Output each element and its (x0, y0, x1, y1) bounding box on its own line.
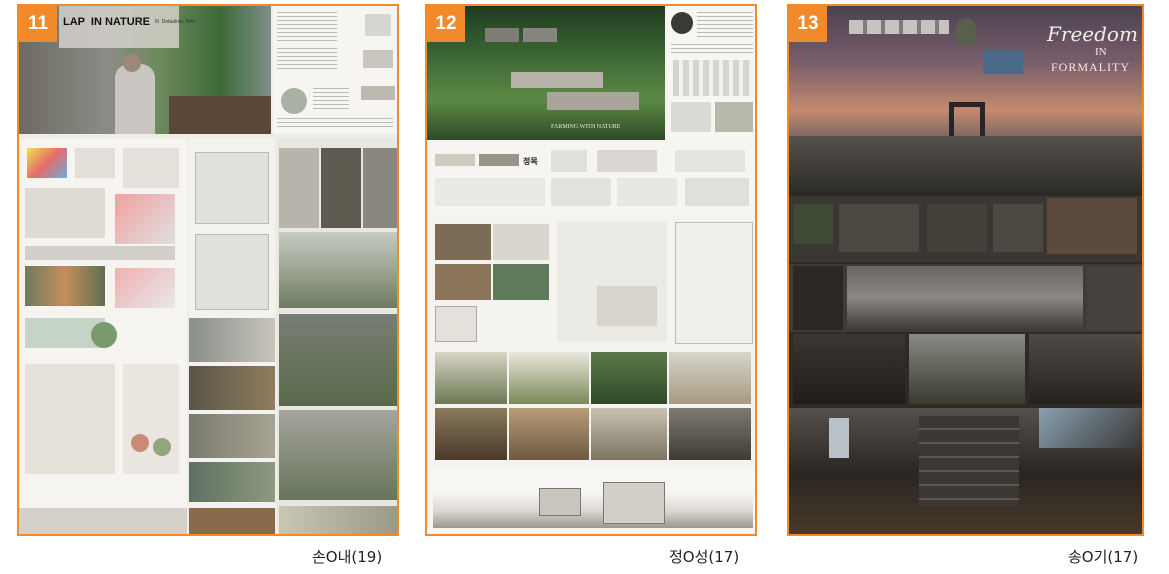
vr-person-figure (115, 64, 155, 134)
section-label: 정목 (523, 157, 538, 166)
intro-panel (667, 6, 755, 140)
poster-card-11[interactable]: 11 LAP IN NATURE Ilt Detaalnm Nrth (17, 4, 399, 536)
terrace-building (511, 72, 603, 88)
diagram-band (789, 196, 1142, 262)
render-grid (427, 352, 755, 462)
interior-band (789, 334, 1142, 406)
poster-title-line-3: FORMALITY (1051, 60, 1131, 74)
author-caption-12: 정O성(17) (669, 548, 740, 566)
panorama-band (789, 264, 1142, 332)
wooden-deck (169, 96, 271, 134)
lower-render (789, 408, 1142, 534)
poster-number-badge: 13 (789, 6, 827, 42)
person-head (123, 54, 141, 72)
render-column (277, 138, 397, 534)
skylight-opening (829, 418, 849, 458)
building-roof (523, 28, 557, 42)
plan-band (427, 216, 755, 348)
site-photo (983, 50, 1023, 74)
diagram-column (19, 138, 187, 534)
author-caption-13: 송O기(17) (1068, 548, 1139, 566)
poster-card-13[interactable]: 13 Freedom IN FORMALITY (787, 4, 1144, 536)
author-caption-11: 손O내(19) (312, 548, 383, 566)
poster-number-badge: 12 (427, 6, 465, 42)
terrace-building (547, 92, 639, 110)
site-circle (955, 18, 977, 46)
diagram-band: 정목 (427, 142, 755, 212)
hero-caption: FARMING WITH NATURE (551, 124, 621, 130)
concept-text-panel (273, 6, 397, 134)
detail-grid (919, 416, 1019, 506)
poster-subtitle: Ilt Detaalnm Nrth (155, 19, 196, 25)
ground-plane (789, 136, 1142, 196)
building-roof (485, 28, 519, 42)
roof-glass (1039, 408, 1139, 448)
poster-title-line-1: Freedom (1047, 22, 1138, 46)
poster-title: LAP IN NATURE (63, 16, 150, 28)
section-drawing (427, 468, 755, 534)
floor-plan-column (189, 138, 275, 534)
diagram-strip (849, 20, 949, 34)
poster-title-line-2: IN (1095, 46, 1107, 58)
poster-number-badge: 11 (19, 6, 57, 42)
poster-card-12[interactable]: 12 FARMING WITH NATURE 정목 (425, 4, 757, 536)
